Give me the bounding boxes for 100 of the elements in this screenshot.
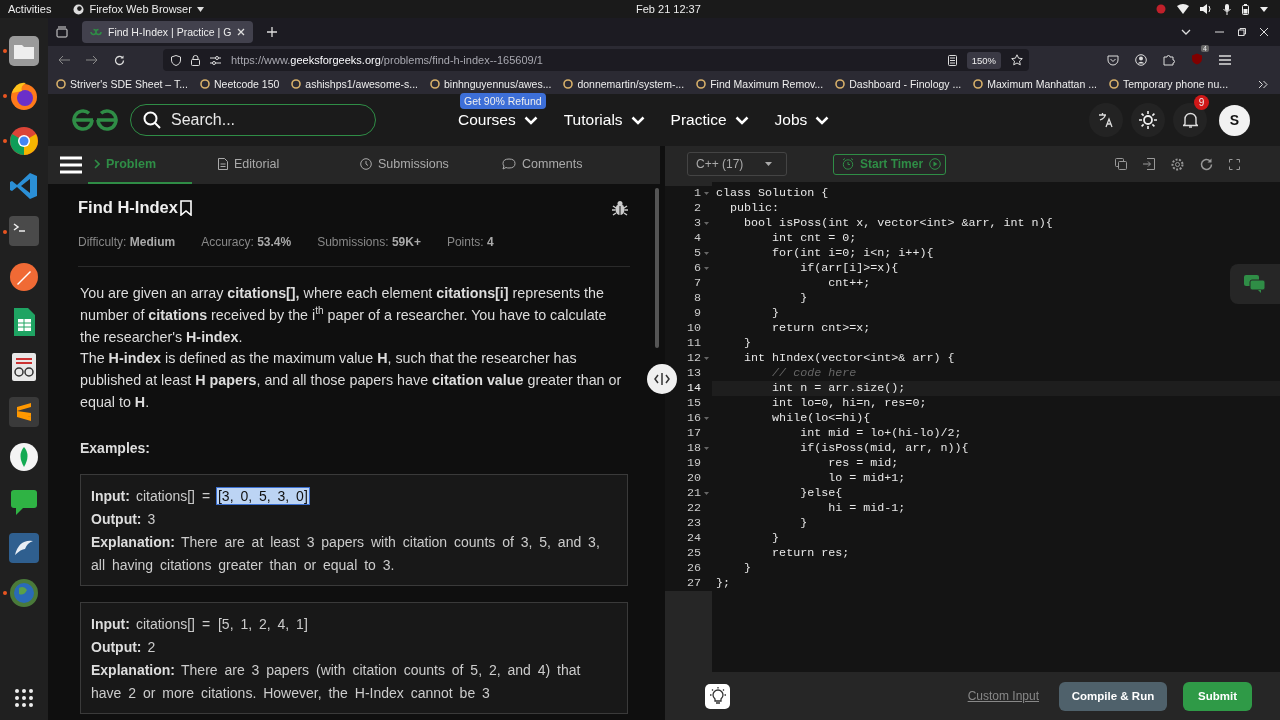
address-bar[interactable]: https://www.geeksforgeeks.org/problems/find-h-index--165609/1 150% [163,49,1029,71]
bookmark-item[interactable]: ashishps1/awesome-s... [291,78,418,90]
code-line: bool isPoss(int x, vector<int> &arr, int n){ [743,216,1053,231]
browser-tab[interactable]: Find H-Index | Practice | G [82,21,254,43]
bell-icon [1182,112,1198,128]
pocket-icon[interactable] [1107,54,1119,66]
nav-menu-button[interactable]: Practice [670,111,749,129]
fold-icon[interactable] [704,492,709,495]
fold-icon[interactable] [704,267,709,270]
bookmark-item[interactable]: Temporary phone nu... [1109,78,1229,90]
translate-button[interactable] [1089,103,1123,137]
back-arrow-icon[interactable] [58,55,70,65]
line-number: 4 [694,231,701,246]
chevron-down-icon[interactable] [1181,29,1191,35]
close-icon[interactable] [237,28,246,36]
flame-globe-icon[interactable] [9,80,39,111]
double-chevron-icon[interactable] [1258,79,1268,89]
bug-icon[interactable] [612,199,628,216]
wheel-icon[interactable] [9,125,39,156]
nav-menu-button[interactable]: Jobs [774,111,830,129]
site-icon [563,79,574,89]
bookmark-item[interactable]: donnemartin/system-... [563,78,685,90]
reader-view-icon[interactable] [947,54,957,66]
compile-run-button[interactable]: Compile & Run [1059,681,1167,711]
activities-button[interactable]: Activities [8,3,52,15]
caret-icon[interactable] [1260,6,1268,12]
bookmark-item[interactable]: Find Maximum Remov... [696,78,824,90]
hint-button[interactable] [705,683,730,709]
forward-arrow-icon[interactable] [86,55,98,65]
input-value: [3, 0, 5, 3, 0] [216,487,309,504]
fold-icon[interactable] [704,192,709,195]
start-timer-button[interactable]: Start Timer [833,153,947,175]
bookmark-item[interactable]: Maximum Manhattan ... [973,78,1097,90]
wifi-icon[interactable] [1177,4,1189,14]
import-icon[interactable] [1143,158,1155,170]
zoom-level-button[interactable]: 150% [966,51,1001,69]
battery-icon[interactable] [1242,3,1249,15]
fullscreen-icon[interactable] [1229,158,1240,170]
stripes-icon[interactable] [9,397,39,428]
app-grid-icon[interactable] [14,688,34,708]
leaf-icon[interactable] [9,442,39,473]
dolphin-icon[interactable] [9,532,39,563]
nav-menu-button[interactable]: Courses [458,111,538,129]
fold-icon[interactable] [704,222,709,225]
submit-button[interactable]: Submit [1183,681,1252,711]
speaker-icon[interactable] [1200,4,1212,14]
record-icon[interactable] [1156,4,1166,14]
problem-tab[interactable]: Editorial [208,146,334,184]
site-logo-icon [90,28,102,36]
terminal-icon[interactable] [9,216,39,247]
problem-tab[interactable]: Problem [88,146,192,184]
reload-icon[interactable] [114,54,125,66]
chat-icon[interactable] [9,487,39,518]
search-field[interactable]: Search... [169,110,363,130]
chat-button[interactable] [1230,264,1280,304]
custom-input-link[interactable]: Custom Input [967,689,1039,703]
line-number: 12 [686,351,701,366]
menu-icon[interactable] [1219,55,1231,65]
document-icon[interactable] [9,351,39,382]
language-dropdown[interactable]: C++ (17) [687,152,787,176]
scrollbar-thumb[interactable] [655,188,659,348]
reset-icon[interactable] [1200,157,1213,171]
fold-icon[interactable] [704,357,709,360]
bookmark-item[interactable]: Neetcode 150 [199,78,280,90]
problem-tab[interactable]: Comments [492,146,618,184]
app-menu[interactable]: Firefox Web Browser [73,3,204,15]
close-icon[interactable] [1260,28,1268,36]
globe-icon[interactable] [9,577,39,608]
code-line: // code here [771,366,857,381]
microphone-icon[interactable] [1223,3,1231,15]
code-line: while(lo<=hi){ [771,411,871,426]
star-icon[interactable] [1011,54,1023,66]
line-number: 26 [686,561,701,576]
bookmark-item[interactable]: Striver's SDE Sheet – T... [56,78,188,90]
logo-icon[interactable] [70,108,120,132]
search-bar[interactable]: Search... [130,104,376,136]
copy-icon[interactable] [1115,158,1127,170]
restore-icon[interactable] [1238,28,1246,36]
theme-button[interactable] [1131,103,1165,137]
puzzle-icon[interactable] [1163,54,1175,66]
fold-icon[interactable] [704,252,709,255]
code-line: res = mid; [827,456,899,471]
ribbon-icon[interactable] [9,171,39,202]
translate-icon [1098,112,1114,128]
nav-menu-button[interactable]: Tutorials [563,111,645,129]
problem-tab[interactable]: Submissions [350,146,476,184]
bookmark-item[interactable]: binhnguyennus/awes... [430,78,552,90]
avatar[interactable]: S [1219,104,1250,136]
account-icon[interactable] [1135,54,1147,66]
new-tab-icon[interactable] [267,27,278,37]
fold-icon[interactable] [704,417,709,420]
rocket-icon[interactable] [9,261,39,292]
bookmark-icon[interactable] [179,199,192,216]
line-number: 22 [686,501,701,516]
settings-icon[interactable] [1171,157,1184,171]
fold-icon[interactable] [704,447,709,450]
folder-icon[interactable] [9,35,39,66]
clock[interactable]: Feb 21 12:37 [636,3,701,15]
tab-list-icon[interactable] [56,26,68,38]
bookmark-item[interactable]: Dashboard - Finology ... [835,78,962,90]
